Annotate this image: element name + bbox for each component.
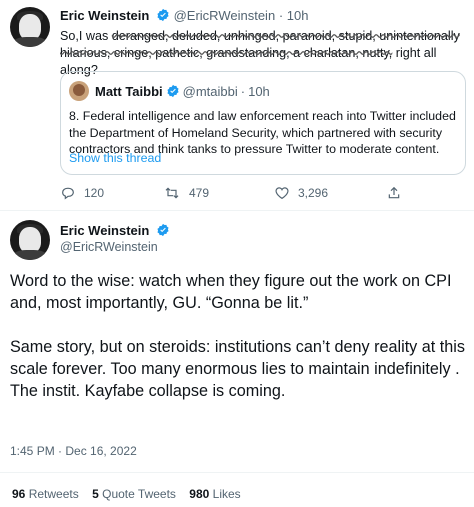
- embedded-author-handle: @mtaibbi: [182, 83, 238, 99]
- embedded-tweet-time: 10h: [248, 83, 270, 99]
- author-name-row: Eric Weinstein: [60, 223, 170, 238]
- embedded-tweet-card[interactable]: Matt Taibbi @mtaibbi · 10h 8. Federal in…: [60, 71, 466, 175]
- separator-dot: ·: [240, 83, 246, 99]
- retweets-count: 96: [12, 487, 26, 501]
- verified-badge-icon: [167, 84, 179, 98]
- author-name[interactable]: Eric Weinstein: [60, 8, 149, 23]
- tweet-header: Eric Weinstein @EricRWeinstein · 10h: [60, 8, 308, 23]
- tweet-timestamp[interactable]: 1:45 PM · Dec 16, 2022: [10, 444, 137, 458]
- likes-count: 980: [189, 487, 210, 501]
- separator-dot: ·: [278, 8, 287, 23]
- quotes-label: Quote Tweets: [102, 487, 176, 501]
- retweet-button[interactable]: 479: [163, 185, 209, 201]
- retweets-stat[interactable]: 96 Retweets: [12, 487, 79, 501]
- like-button[interactable]: 3,296: [274, 185, 328, 201]
- avatar[interactable]: [10, 220, 50, 260]
- show-thread-link[interactable]: Show this thread: [69, 151, 161, 165]
- embedded-avatar: [69, 81, 89, 101]
- verified-badge-icon: [157, 8, 169, 22]
- author-name[interactable]: Eric Weinstein: [60, 223, 149, 238]
- share-button[interactable]: [386, 185, 402, 201]
- author-handle[interactable]: @EricRWeinstein: [60, 240, 158, 254]
- tweet-time[interactable]: 10h: [287, 8, 309, 23]
- embedded-author-name: Matt Taibbi: [95, 83, 163, 99]
- embedded-tweet-header: Matt Taibbi @mtaibbi · 10h: [69, 81, 270, 101]
- tweet-paragraph: Same story, but on steroids: institution…: [10, 338, 465, 400]
- heart-icon: [275, 187, 289, 200]
- reply-button[interactable]: 120: [60, 185, 104, 201]
- verified-badge-icon: [157, 223, 169, 237]
- quote-tweets-stat[interactable]: 5 Quote Tweets: [92, 487, 176, 501]
- tweet-actions: 120 479 3,296: [60, 185, 460, 203]
- tweet-text-prefix: So,I was: [60, 29, 112, 43]
- author-handle[interactable]: @EricRWeinstein: [174, 8, 276, 23]
- reply-icon: [62, 187, 74, 200]
- retweet-icon: [165, 187, 179, 199]
- like-count: 3,296: [298, 186, 329, 200]
- retweet-count: 479: [189, 186, 210, 200]
- reply-count: 120: [84, 186, 105, 200]
- divider: [0, 472, 474, 473]
- tweet-text: Word to the wise: watch when they figure…: [10, 270, 470, 424]
- avatar[interactable]: [10, 7, 50, 47]
- tweet-stats: 96 Retweets 5 Quote Tweets 980 Likes: [12, 487, 251, 501]
- quotes-count: 5: [92, 487, 99, 501]
- divider: [0, 210, 474, 211]
- retweets-label: Retweets: [28, 487, 79, 501]
- share-icon: [388, 186, 400, 199]
- tweet-paragraph: Word to the wise: watch when they figure…: [10, 272, 452, 312]
- likes-label: Likes: [212, 487, 241, 501]
- likes-stat[interactable]: 980 Likes: [189, 487, 240, 501]
